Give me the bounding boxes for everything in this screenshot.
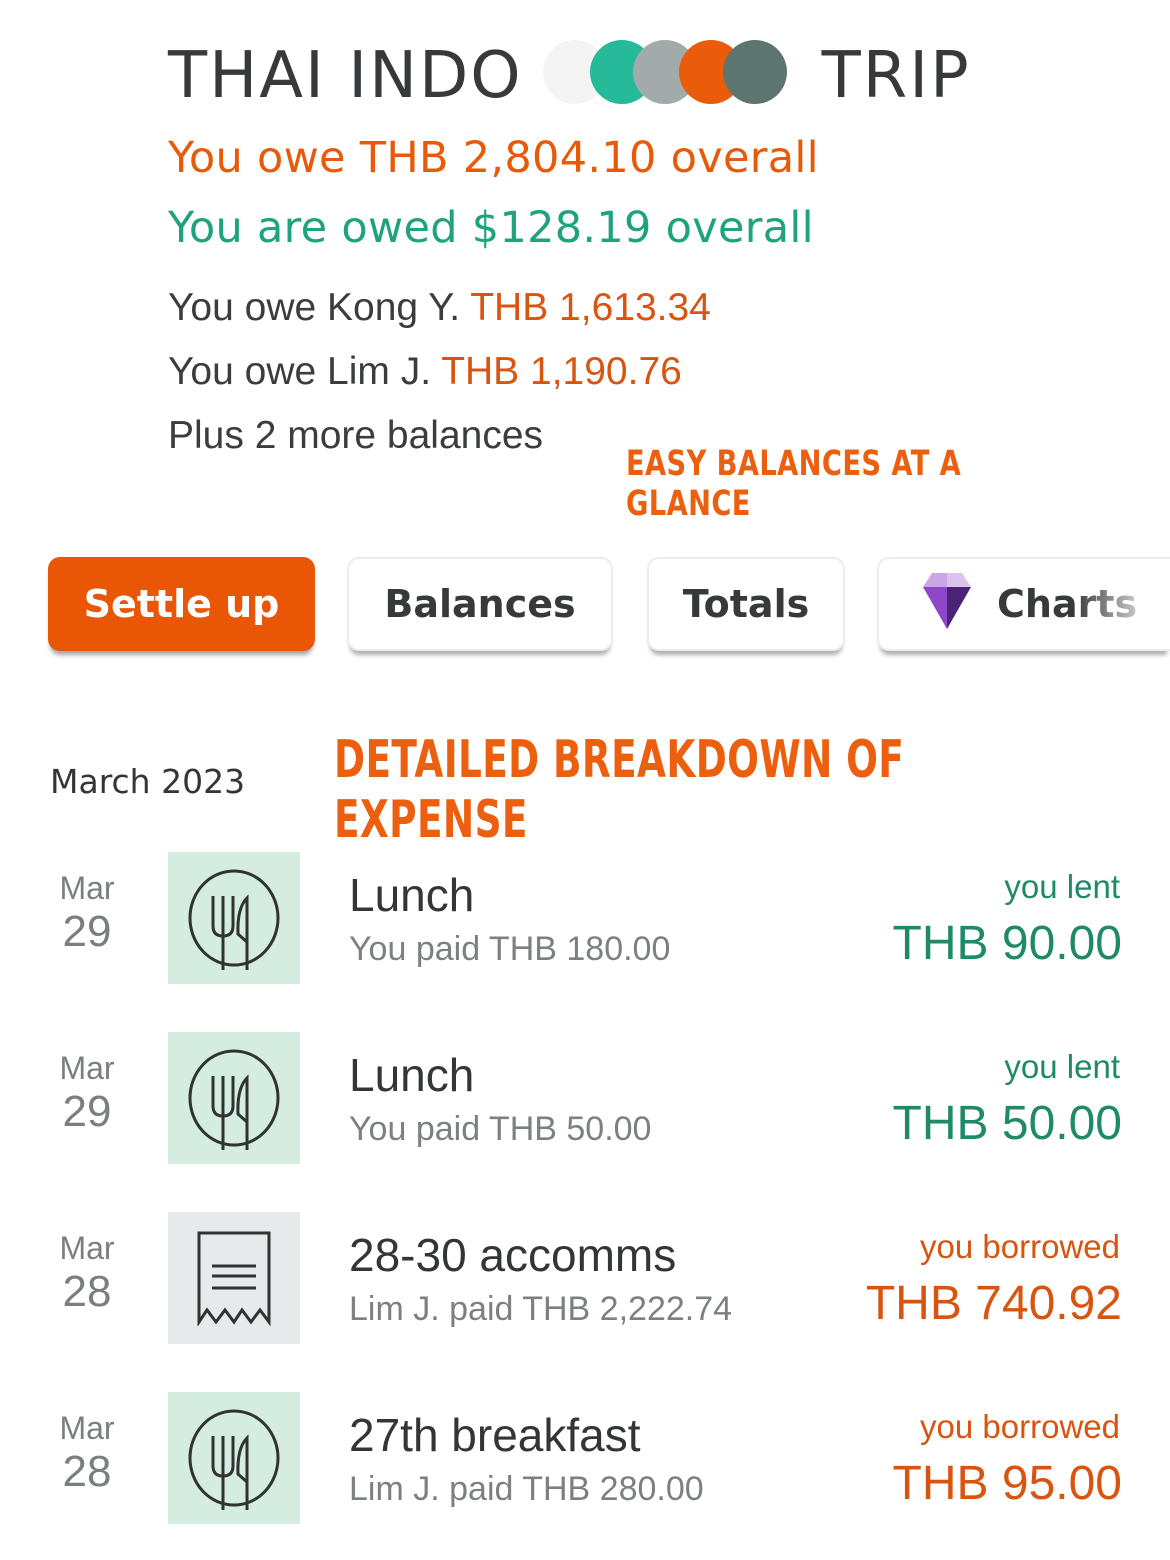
balance-prefix: You owe Lim J. [168,350,432,393]
expense-share-label: you borrowed [920,1408,1120,1445]
balances-label: Balances [384,582,576,626]
annotation-easy-balances: EASY BALANCES AT A GLANCE [626,444,962,524]
owe-overall-text: You owe THB 2,804.10 overall [168,133,819,183]
balance-line: You owe Kong Y. THB 1,613.34 [168,286,711,330]
fork-knife-plate-icon [188,1409,280,1510]
expense-share-amount: THB 740.92 [865,1277,1122,1330]
expense-paid-by: You paid THB 180.00 [349,930,671,968]
expense-day: 28 [62,1447,112,1496]
totals-label: Totals [682,582,810,626]
expense-row[interactable]: Mar 28 27th breakfast Lim J. paid THB 280.… [0,1392,1170,1524]
expense-row[interactable]: Mar 28 28-30 accomms Lim J. paid THB 2,222… [0,1212,1170,1344]
balance-line: You owe Lim J. THB 1,190.76 [168,350,682,394]
expense-title: 28-30 accomms [349,1229,677,1281]
expense-date: Mar 28 [52,1410,122,1498]
expense-title: Lunch [349,1049,475,1101]
expense-month: Mar [59,1410,115,1446]
expense-row[interactable]: Mar 29 Lunch You paid THB 180.00 you lent TH… [0,852,1170,984]
group-title-right: TRIP [821,39,971,113]
balance-amount: THB 1,613.34 [470,286,711,329]
expense-row[interactable]: Mar 29 Lunch You paid THB 50.00 you lent THB… [0,1032,1170,1164]
expense-day: 29 [62,1087,112,1136]
expense-day: 28 [62,1267,112,1316]
expense-category-icon[interactable] [168,852,300,984]
more-balances-link[interactable]: Plus 2 more balances [168,414,543,458]
expense-paid-by: Lim J. paid THB 2,222.74 [349,1290,733,1328]
expense-share-amount: THB 50.00 [892,1097,1122,1150]
expense-month: Mar [59,1230,115,1266]
settle-up-label: Settle up [83,582,280,626]
member-avatars[interactable] [542,34,808,118]
expense-month: Mar [59,1050,115,1086]
expense-month: Mar [59,870,115,906]
expense-title: 27th breakfast [349,1409,641,1461]
totals-button[interactable]: Totals [647,557,845,651]
month-header: March 2023 [50,762,246,801]
annotation-detailed-breakdown: DETAILED BREAKDOWN OF EXPENSE [334,730,905,850]
balance-amount: THB 1,190.76 [441,350,682,393]
settle-up-button[interactable]: Settle up [48,557,315,651]
charts-button[interactable]: Charts [877,557,1170,651]
receipt-icon [197,1231,271,1326]
expense-share-amount: THB 90.00 [892,917,1122,970]
expense-category-icon[interactable] [168,1392,300,1524]
expense-share-label: you lent [1004,868,1120,905]
expense-paid-by: Lim J. paid THB 280.00 [349,1470,704,1508]
fork-knife-plate-icon [188,1049,280,1150]
owed-overall-text: You are owed $128.19 overall [168,203,814,253]
expense-paid-by: You paid THB 50.00 [349,1110,652,1148]
balance-prefix: You owe Kong Y. [168,286,461,329]
expense-share-label: you borrowed [920,1228,1120,1265]
expense-title: Lunch [349,869,475,921]
avatar [722,40,787,104]
group-title-left: THAI INDO [168,39,523,113]
expense-date: Mar 29 [52,870,122,958]
expense-category-icon[interactable] [168,1212,300,1344]
expense-day: 29 [62,907,112,956]
diamond-icon [923,571,971,638]
expense-share-label: you lent [1004,1048,1120,1085]
expense-category-icon[interactable] [168,1032,300,1164]
group-title: THAI INDO TRIP [168,34,971,118]
charts-label: Charts [997,582,1138,626]
fork-knife-plate-icon [188,869,280,970]
expense-date: Mar 29 [52,1050,122,1138]
balances-button[interactable]: Balances [347,557,613,651]
expense-share-amount: THB 95.00 [892,1457,1122,1510]
expense-date: Mar 28 [52,1230,122,1318]
